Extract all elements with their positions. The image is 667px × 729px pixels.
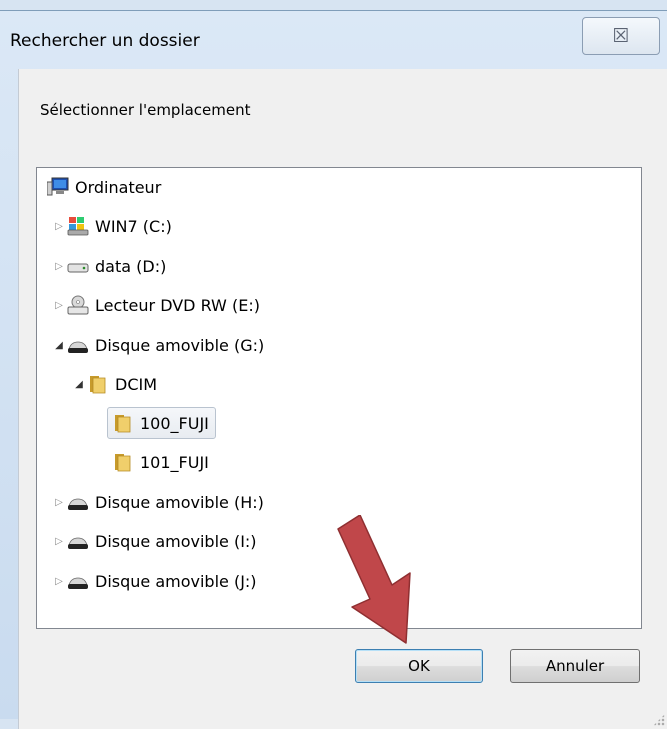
close-button[interactable]: ☒: [582, 17, 660, 55]
collapse-arrow-icon[interactable]: ◢: [51, 340, 67, 351]
computer-icon: [46, 177, 69, 197]
ok-button[interactable]: OK: [355, 649, 483, 683]
folder-icon: [87, 374, 109, 394]
tree-item-label: Disque amovible (J:): [95, 571, 257, 591]
resize-grip[interactable]: [653, 714, 665, 726]
tree-item-label: DCIM: [115, 374, 158, 394]
tree-item-label: 101_FUJI: [140, 452, 209, 472]
removable-drive-icon: [67, 571, 89, 591]
annotation-arrow-icon: [337, 515, 411, 644]
tree-item-label: 100_FUJI: [140, 413, 209, 433]
cancel-button[interactable]: Annuler: [510, 649, 640, 683]
tree-item-100-fuji[interactable]: 100_FUJI: [107, 407, 216, 439]
tree-item-drive-i[interactable]: ▷ Disque amovible (I:): [51, 526, 257, 556]
expand-arrow-icon[interactable]: ▷: [51, 576, 67, 587]
title-bar[interactable]: Rechercher un dossier ☒: [0, 11, 667, 69]
dvd-drive-icon: [67, 295, 89, 315]
removable-drive-icon: [67, 335, 89, 355]
instruction-text: Sélectionner l'emplacement: [40, 101, 251, 119]
tree-item-label: Disque amovible (I:): [95, 531, 257, 551]
tree-item-drive-j[interactable]: ▷ Disque amovible (J:): [51, 566, 257, 596]
tree-item-101-fuji[interactable]: 101_FUJI: [112, 447, 209, 477]
tree-item-computer[interactable]: Ordinateur: [46, 172, 162, 202]
expand-arrow-icon[interactable]: ▷: [51, 221, 67, 232]
tree-item-label: Lecteur DVD RW (E:): [95, 295, 260, 315]
tree-item-dcim[interactable]: ◢ DCIM: [71, 369, 157, 399]
expand-arrow-icon[interactable]: ▷: [51, 536, 67, 547]
expand-arrow-icon[interactable]: ▷: [51, 497, 67, 508]
expand-arrow-icon[interactable]: ▷: [51, 300, 67, 311]
folder-icon: [112, 452, 134, 472]
tree-item-label: Ordinateur: [75, 177, 162, 197]
tree-item-dvd[interactable]: ▷ Lecteur DVD RW (E:): [51, 290, 260, 320]
tree-item-win7[interactable]: ▷ WIN7 (C:): [51, 211, 172, 241]
removable-drive-icon: [67, 531, 89, 551]
windows-drive-icon: [67, 216, 89, 236]
collapse-arrow-icon[interactable]: ◢: [71, 379, 87, 390]
expand-arrow-icon[interactable]: ▷: [51, 261, 67, 272]
tree-item-label: data (D:): [95, 256, 167, 276]
window-title: Rechercher un dossier: [10, 31, 200, 51]
tree-item-drive-h[interactable]: ▷ Disque amovible (H:): [51, 487, 264, 517]
removable-drive-icon: [67, 492, 89, 512]
tree-item-label: WIN7 (C:): [95, 216, 172, 236]
close-icon: ☒: [612, 25, 630, 47]
hard-drive-icon: [67, 256, 89, 276]
tree-item-data[interactable]: ▷ data (D:): [51, 251, 166, 281]
tree-item-label: Disque amovible (G:): [95, 335, 265, 355]
tree-item-drive-g[interactable]: ◢ Disque amovible (G:): [51, 330, 264, 360]
folder-icon: [112, 413, 134, 433]
tree-item-label: Disque amovible (H:): [95, 492, 264, 512]
